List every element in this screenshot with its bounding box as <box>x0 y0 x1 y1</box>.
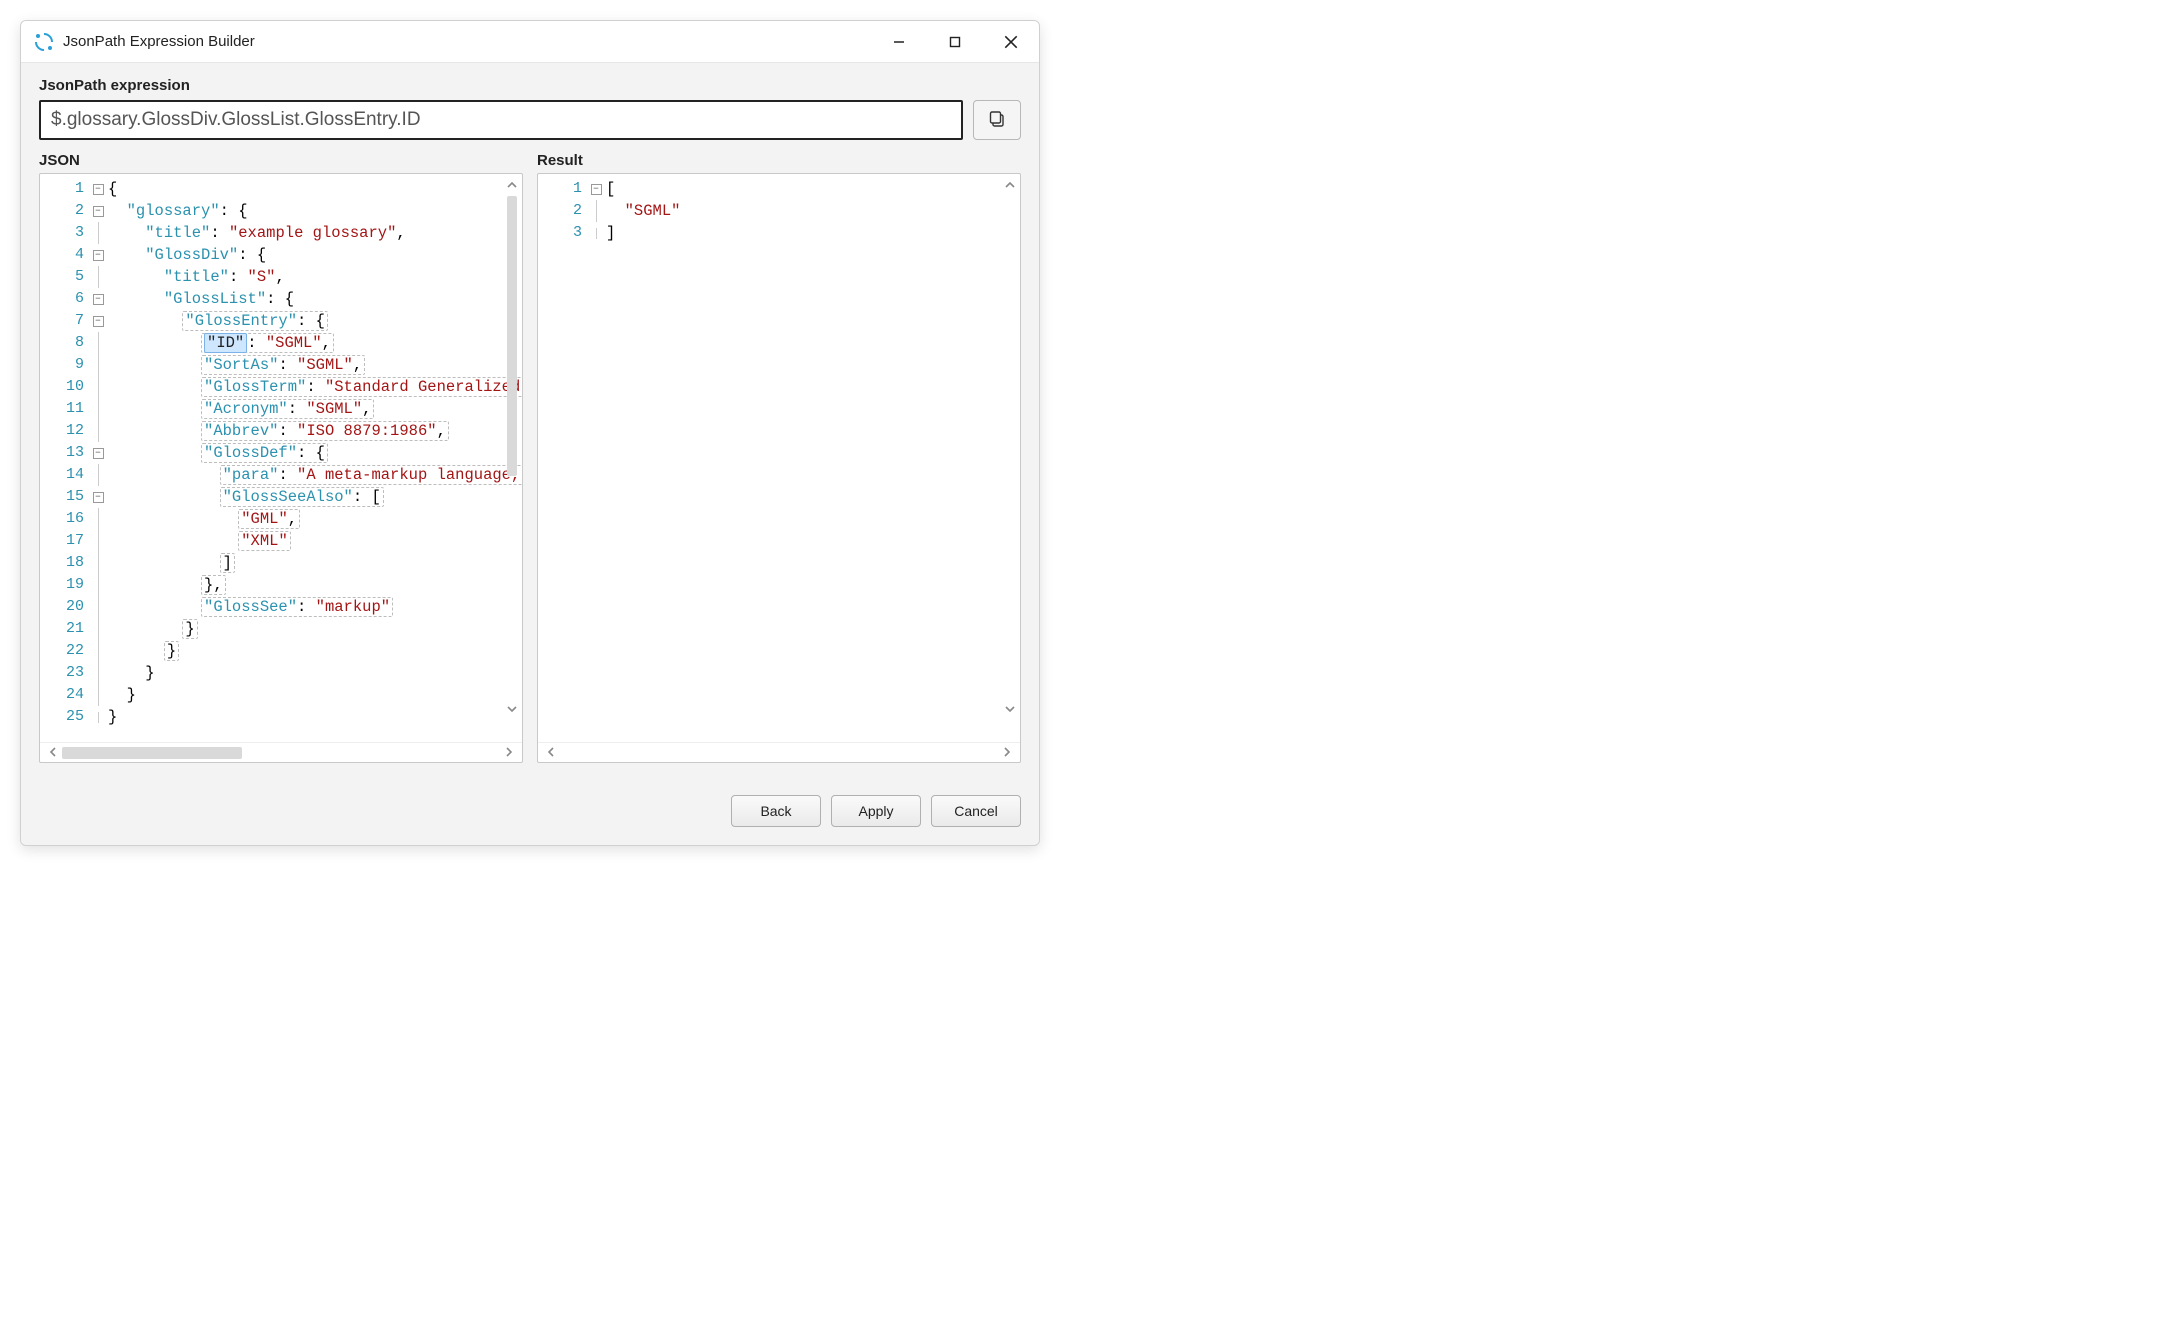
result-code[interactable]: [ "SGML"] <box>604 174 1020 742</box>
content-area: JsonPath expression JSON 123456789101112… <box>21 63 1039 781</box>
cancel-button[interactable]: Cancel <box>931 795 1021 827</box>
close-button[interactable] <box>983 21 1039 62</box>
copy-button[interactable] <box>973 100 1021 140</box>
minimize-button[interactable] <box>871 21 927 62</box>
scroll-right-icon[interactable] <box>500 745 518 760</box>
json-code[interactable]: { "glossary": { "title": "example glossa… <box>106 174 522 742</box>
json-hscroll-thumb[interactable] <box>62 747 242 759</box>
json-fold-column[interactable]: −−−−−−− <box>90 174 106 742</box>
scroll-up-icon[interactable] <box>503 176 521 194</box>
json-editor[interactable]: 1234567891011121314151617181920212223242… <box>39 173 523 763</box>
scroll-right-icon[interactable] <box>998 745 1016 760</box>
scroll-down-icon[interactable] <box>503 700 521 718</box>
result-editor[interactable]: 123 − [ "SGML"] <box>537 173 1021 763</box>
app-icon <box>35 33 53 51</box>
json-panel: JSON 12345678910111213141516171819202122… <box>39 152 523 763</box>
result-fold-column[interactable]: − <box>588 174 604 742</box>
scroll-left-icon[interactable] <box>542 745 560 760</box>
dialog-window: JsonPath Expression Builder JsonPath exp… <box>20 20 1040 846</box>
result-hscroll[interactable] <box>538 742 1020 762</box>
scroll-left-icon[interactable] <box>44 745 62 760</box>
back-button[interactable]: Back <box>731 795 821 827</box>
result-label: Result <box>537 152 1021 169</box>
expression-input[interactable] <box>39 100 963 140</box>
json-vscroll-thumb[interactable] <box>507 196 517 476</box>
scroll-down-icon[interactable] <box>1001 700 1019 718</box>
window-title: JsonPath Expression Builder <box>63 33 871 50</box>
result-gutter: 123 <box>538 174 588 742</box>
expression-label: JsonPath expression <box>39 77 1021 94</box>
json-hscroll[interactable] <box>40 742 522 762</box>
footer-buttons: Back Apply Cancel <box>21 781 1039 845</box>
json-label: JSON <box>39 152 523 169</box>
copy-icon <box>988 110 1006 131</box>
titlebar: JsonPath Expression Builder <box>21 21 1039 63</box>
maximize-button[interactable] <box>927 21 983 62</box>
result-panel: Result 123 − [ "SGML"] <box>537 152 1021 763</box>
json-gutter: 1234567891011121314151617181920212223242… <box>40 174 90 742</box>
window-controls <box>871 21 1039 62</box>
scroll-up-icon[interactable] <box>1001 176 1019 194</box>
apply-button[interactable]: Apply <box>831 795 921 827</box>
